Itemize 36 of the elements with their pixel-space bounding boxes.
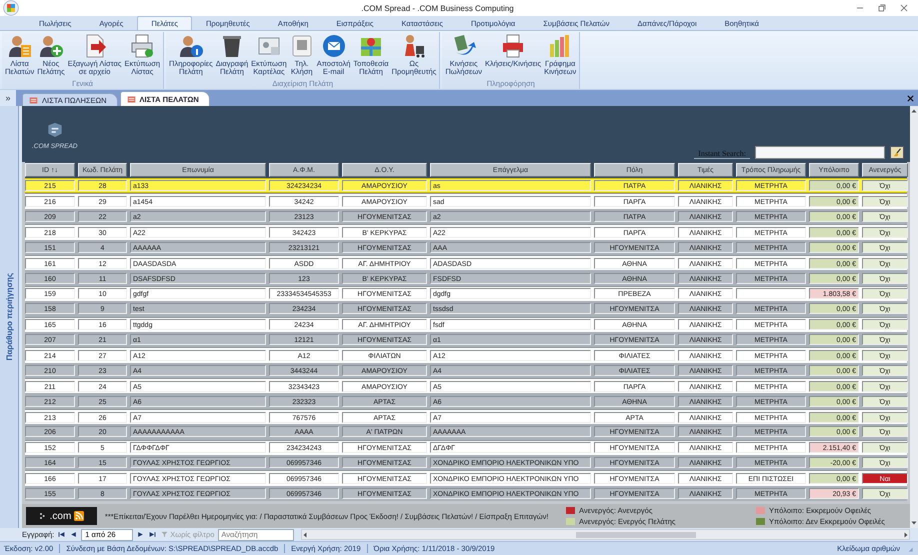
scroll-up-icon [911, 108, 917, 114]
next-record-icon [137, 531, 144, 538]
last-record-icon [149, 531, 156, 538]
tab-icon [29, 96, 38, 104]
printer-icon [130, 34, 154, 58]
funnel-icon [161, 531, 168, 538]
search-field[interactable] [755, 146, 885, 159]
footer-logo: .com [26, 507, 97, 526]
mail-icon [322, 34, 346, 58]
person-info-icon [178, 34, 203, 58]
window-title: .COM Spread - .COM Business Computing [360, 4, 515, 12]
tab-icon [126, 94, 136, 104]
scroll-left-icon [302, 532, 308, 538]
expand-button[interactable]: » [0, 90, 16, 106]
printer-icon [501, 34, 526, 58]
person-add-icon [38, 34, 63, 58]
clear-search-button[interactable] [890, 146, 904, 159]
rss-icon [74, 511, 84, 522]
previous-record-button[interactable] [69, 531, 78, 538]
restore-icon[interactable] [878, 4, 886, 12]
search-label: Instant Search: [694, 149, 750, 159]
app-logo-icon [3, 0, 19, 16]
vertical-scrollbar[interactable] [910, 106, 918, 528]
close-icon[interactable] [907, 95, 914, 102]
broom-icon [892, 148, 902, 157]
horizontal-scrollbar[interactable] [301, 529, 910, 540]
navigation-pane-label[interactable]: Παράθυρο περιήγησης [4, 273, 14, 361]
first-record-button[interactable] [57, 531, 66, 538]
scroll-right-icon [903, 532, 909, 538]
first-record-icon [58, 531, 66, 538]
person-list-icon [8, 34, 32, 58]
dots-icon [38, 511, 47, 522]
last-record-button[interactable] [148, 531, 158, 538]
previous-record-icon [70, 531, 78, 538]
close-icon[interactable] [900, 4, 908, 12]
next-record-button[interactable] [136, 531, 146, 538]
